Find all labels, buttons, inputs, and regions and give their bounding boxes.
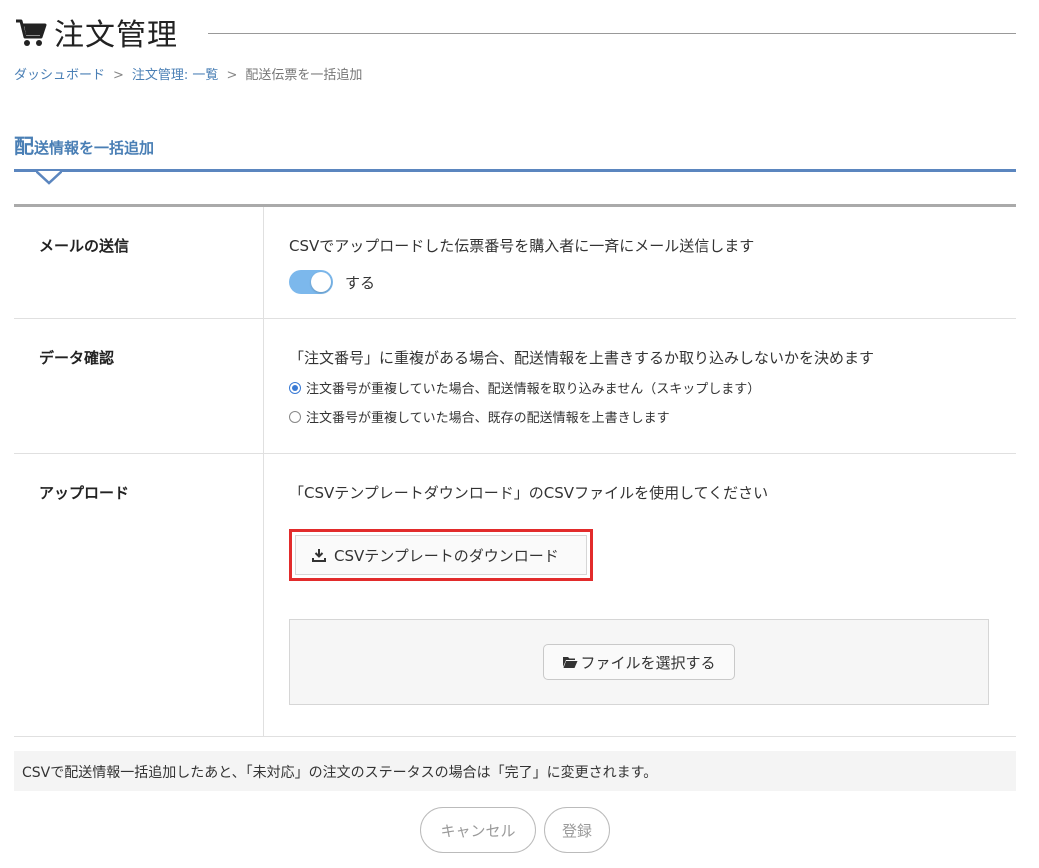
radio-overwrite-unchecked[interactable] <box>289 410 301 423</box>
breadcrumb-current: 配送伝票を一括追加 <box>245 68 363 83</box>
section-underline <box>14 169 1016 172</box>
breadcrumb-dashboard-link[interactable]: ダッシュボード <box>14 68 105 83</box>
file-select-button[interactable]: ファイルを選択する <box>543 644 735 680</box>
mail-toggle-switch[interactable] <box>289 270 333 294</box>
data-check-label: データ確認 <box>14 319 264 453</box>
csv-template-download-button[interactable]: CSVテンプレートのダウンロード <box>295 535 587 575</box>
upload-description: 「CSVテンプレートダウンロード」のCSVファイルを使用してください <box>289 484 769 502</box>
form-table: メールの送信 CSVでアップロードした伝票番号を購入者に一斉にメール送信します … <box>14 204 1016 737</box>
section-title-rest: 送情報を一括追加 <box>34 139 155 157</box>
download-highlight-frame: CSVテンプレートのダウンロード <box>289 529 593 581</box>
download-icon <box>312 549 326 562</box>
cart-icon <box>16 19 47 46</box>
section-title: 配送情報を一括追加 <box>14 130 155 158</box>
upload-content: 「CSVテンプレートダウンロード」のCSVファイルを使用してください CSVテン… <box>264 454 1016 736</box>
upload-label: アップロード <box>14 454 264 736</box>
form-actions: キャンセル 登録 <box>420 807 610 853</box>
upload-row: アップロード 「CSVテンプレートダウンロード」のCSVファイルを使用してくださ… <box>14 454 1016 737</box>
radio-skip-label: 注文番号が重複していた場合、配送情報を取り込みません（スキップします） <box>306 382 761 397</box>
radio-overwrite-label: 注文番号が重複していた場合、既存の配送情報を上書きします <box>306 411 670 426</box>
cancel-button[interactable]: キャンセル <box>420 807 536 853</box>
radio-skip-checked[interactable] <box>289 381 301 394</box>
mail-description: CSVでアップロードした伝票番号を購入者に一斉にメール送信します <box>289 237 755 255</box>
status-note: CSVで配送情報一括追加したあと、「未対応」の注文のステータスの場合は「完了」に… <box>14 751 1016 791</box>
submit-button[interactable]: 登録 <box>544 807 610 853</box>
folder-open-icon <box>563 657 578 668</box>
mail-label: メールの送信 <box>14 207 264 318</box>
toggle-knob <box>311 272 331 292</box>
file-select-label: ファイルを選択する <box>580 653 716 672</box>
header-divider <box>208 32 1016 34</box>
breadcrumb: ダッシュボード > 注文管理: 一覧 > 配送伝票を一括追加 <box>14 64 362 83</box>
radio-option-skip[interactable]: 注文番号が重複していた場合、配送情報を取り込みません（スキップします） <box>289 378 1016 397</box>
page-header: 注文管理 <box>14 12 1016 53</box>
mail-row: メールの送信 CSVでアップロードした伝票番号を購入者に一斉にメール送信します … <box>14 207 1016 319</box>
data-check-content: 「注文番号」に重複がある場合、配送情報を上書きするか取り込みしないかを決めます … <box>264 319 1016 453</box>
breadcrumb-separator: > <box>113 68 124 83</box>
mail-content: CSVでアップロードした伝票番号を購入者に一斉にメール送信します する <box>264 207 1016 318</box>
data-check-row: データ確認 「注文番号」に重複がある場合、配送情報を上書きするか取り込みしないか… <box>14 319 1016 454</box>
csv-template-download-label: CSVテンプレートのダウンロード <box>334 546 559 565</box>
mail-toggle-label: する <box>345 273 376 292</box>
breadcrumb-separator: > <box>226 68 238 83</box>
file-dropzone[interactable]: ファイルを選択する <box>289 619 989 705</box>
breadcrumb-order-list-link[interactable]: 注文管理: 一覧 <box>132 68 219 83</box>
mail-toggle-group: する <box>289 270 1016 294</box>
page-title: 注文管理 <box>54 18 178 53</box>
section-title-first-char: 配 <box>14 134 34 158</box>
radio-option-overwrite[interactable]: 注文番号が重複していた場合、既存の配送情報を上書きします <box>289 407 1016 426</box>
section-notch-icon <box>36 171 62 185</box>
data-check-description: 「注文番号」に重複がある場合、配送情報を上書きするか取り込みしないかを決めます <box>289 349 875 367</box>
